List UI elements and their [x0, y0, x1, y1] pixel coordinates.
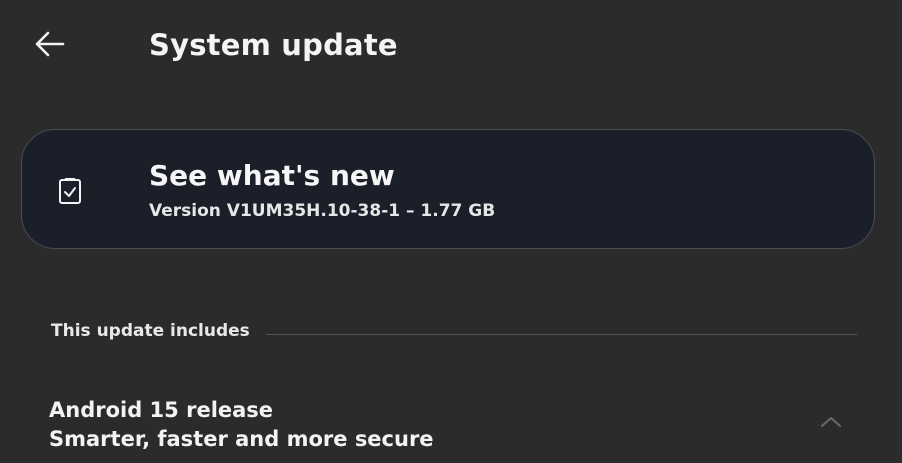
section-header: This update includes — [51, 318, 857, 344]
card-title: See what's new — [149, 159, 395, 192]
checklist-clipboard-icon — [59, 178, 81, 204]
version-label: Version V1UM35H.10-38-1 – 1.77 GB — [149, 201, 496, 221]
see-whats-new-card[interactable]: See what's new Version V1UM35H.10-38-1 –… — [21, 129, 875, 249]
system-update-screen: System update See what's new Version V1U… — [0, 0, 902, 463]
page-title: System update — [149, 28, 398, 62]
expand-collapse-button[interactable] — [816, 411, 846, 433]
android-release-item[interactable]: Android 15 release Smarter, faster and m… — [0, 385, 902, 463]
release-subtitle: Smarter, faster and more secure — [49, 427, 434, 451]
section-divider — [265, 333, 857, 335]
section-label: This update includes — [51, 321, 250, 341]
release-title: Android 15 release — [49, 398, 274, 422]
back-button[interactable] — [28, 24, 72, 64]
arrow-left-icon — [35, 31, 65, 57]
chevron-up-icon — [821, 417, 841, 427]
